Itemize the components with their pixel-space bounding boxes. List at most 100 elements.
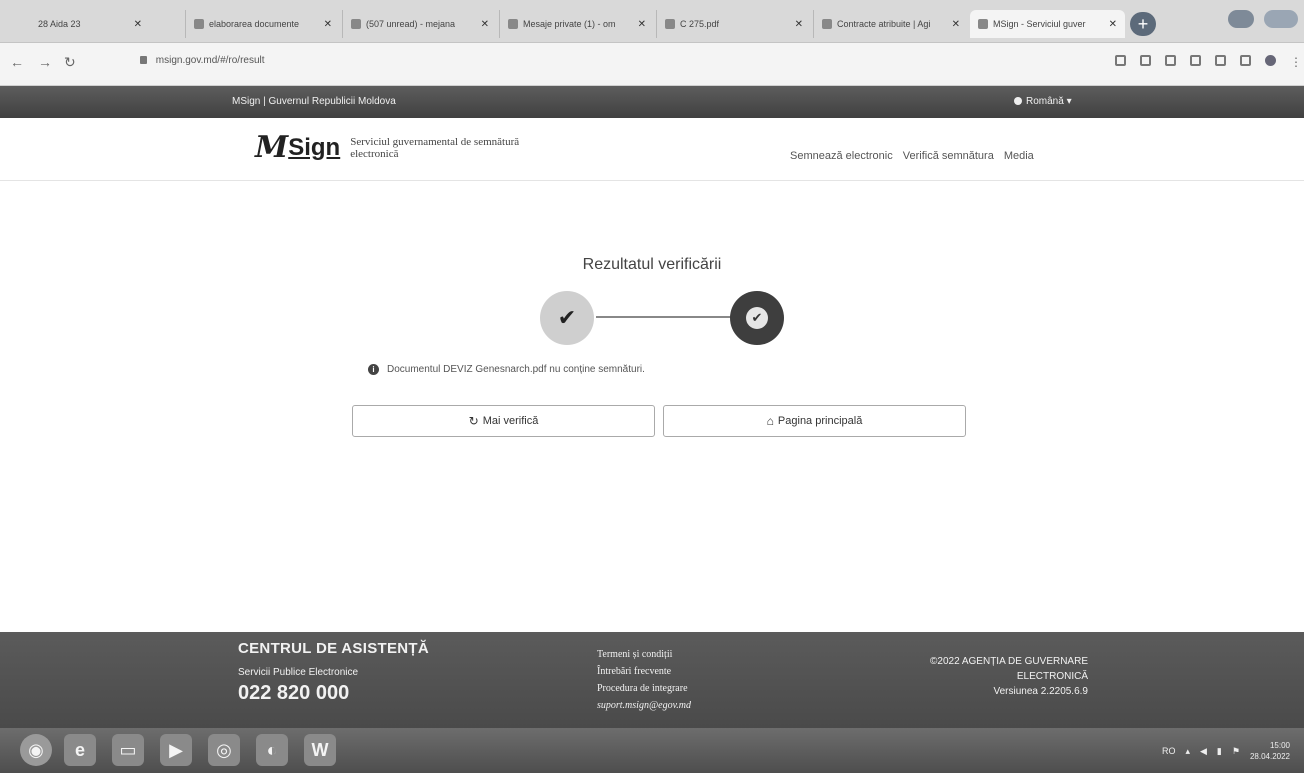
nav-media[interactable]: Media (1004, 150, 1034, 162)
lock-icon (140, 56, 147, 65)
tab-3[interactable]: (507 unread) - mejana ✕ (342, 10, 497, 38)
app-icon[interactable]: ◐ (256, 734, 288, 766)
main-nav: Semnează electronic Verifică semnătura M… (790, 150, 1034, 162)
volume-icon[interactable]: ◀ (1200, 746, 1207, 757)
support-email[interactable]: suport.msign@egov.md (597, 697, 691, 714)
tray-language[interactable]: RO (1162, 746, 1176, 756)
logo-mark: M (255, 130, 288, 165)
start-button-icon[interactable]: ◉ (20, 734, 52, 766)
tab-1[interactable]: 28 Aida 23 ✕ (30, 10, 150, 38)
msign-logo[interactable]: M Sign Serviciul guvernamental de semnăt… (255, 130, 530, 165)
sidebar-icon[interactable] (1240, 55, 1251, 66)
gov-brand[interactable]: MSign | Guvernul Republicii Moldova (232, 96, 396, 107)
tab-label: Contracte atribuite | Agi (837, 19, 931, 29)
tab-label: 28 Aida 23 (38, 19, 81, 29)
share-icon[interactable] (1165, 55, 1176, 66)
translate-icon[interactable] (1140, 55, 1151, 66)
back-icon[interactable]: ← (10, 54, 24, 70)
result-message-text: Documentul DEVIZ Genesnarch.pdf nu conți… (387, 364, 645, 375)
language-selector[interactable]: Română ▾ (1014, 96, 1072, 107)
tab-label: elaborarea documente (209, 19, 300, 29)
word-icon[interactable]: W (304, 734, 336, 766)
refresh-icon: ↻ (468, 414, 479, 428)
verification-stepper: ✔ ✔ (540, 285, 790, 345)
home-page-label: Pagina principală (777, 415, 863, 427)
check-again-button[interactable]: ↻ Mai verifică (352, 405, 655, 437)
support-title: CENTRUL DE ASISTENȚĂ (238, 640, 430, 657)
tab-label: Mesaje private (1) - om (523, 19, 616, 29)
tab-4[interactable]: Mesaje private (1) - om ✕ (499, 10, 654, 38)
tab-7-active[interactable]: MSign - Serviciul guver ✕ (970, 10, 1125, 38)
close-icon[interactable]: ✕ (475, 19, 489, 30)
close-icon[interactable]: ✕ (318, 19, 332, 30)
check-circle-icon: ✔ (746, 307, 768, 329)
result-message: i Documentul DEVIZ Genesnarch.pdf nu con… (368, 364, 645, 375)
globe-icon (1014, 97, 1022, 105)
reading-list-icon[interactable] (1215, 55, 1226, 66)
support-subtitle: Servicii Publice Electronice (238, 667, 359, 678)
clock-date: 28.04.2022 (1249, 752, 1290, 761)
internet-explorer-icon[interactable]: e (64, 734, 96, 766)
chrome-icon[interactable]: ◎ (208, 734, 240, 766)
toolbar-icons: ⋮ (1115, 55, 1302, 69)
reload-icon[interactable]: ↻ (64, 54, 76, 71)
nav-verify-signature[interactable]: Verifică semnătura (903, 150, 994, 162)
header-divider (0, 180, 1304, 181)
os-taskbar: ◉ e ▭ ▶ ◎ ◐ W RO ▴ ◀ ▮ ⚑ 15:00 28.04.202… (0, 728, 1304, 773)
home-page-button[interactable]: ⌂ Pagina principală (663, 405, 966, 437)
site-main: M Sign Serviciul guvernamental de semnăt… (0, 118, 1304, 632)
tab-label: C 275.pdf (680, 19, 720, 29)
bookmark-star-icon[interactable] (1190, 55, 1201, 66)
address-bar-row: ← → ↻ msign.gov.md/#/ro/result ⋮ (0, 43, 1304, 86)
browser-tab-strip: 28 Aida 23 ✕ elaborarea documente ✕ (507… (0, 0, 1304, 43)
close-icon[interactable]: ✕ (1103, 19, 1117, 30)
close-icon[interactable]: ✕ (128, 19, 142, 30)
support-phone[interactable]: 022 820 000 (238, 682, 429, 705)
copyright-text: ©2022 AGENȚIA DE GUVERNARE ELECTRONICĂ (930, 656, 1088, 682)
url-field[interactable]: msign.gov.md/#/ro/result (140, 55, 265, 66)
close-icon[interactable]: ✕ (632, 19, 646, 30)
network-icon[interactable]: ▮ (1217, 746, 1222, 757)
version-text: Versiunea 2.2205.6.9 (993, 686, 1088, 697)
nav-sign-electronic[interactable]: Semnează electronic (790, 150, 893, 162)
step-2-complete-icon: ✔ (730, 291, 784, 345)
link-faq[interactable]: Întrebări frecvente (597, 663, 691, 680)
gmail-icon (508, 19, 518, 29)
support-center: CENTRUL DE ASISTENȚĂ Servicii Publice El… (238, 640, 429, 705)
tab-label: MSign - Serviciul guver (993, 19, 1086, 29)
home-icon: ⌂ (766, 414, 774, 428)
msign-icon (978, 19, 988, 29)
tab-2[interactable]: elaborarea documente ✕ (185, 10, 340, 38)
footer-links: Termeni și condiții Întrebări frecvente … (597, 646, 691, 714)
profile-avatar[interactable] (1265, 55, 1276, 66)
result-title: Rezultatul verificării (582, 256, 722, 273)
media-player-icon[interactable]: ▶ (160, 734, 192, 766)
flag-icon[interactable]: ⚑ (1232, 746, 1240, 757)
gov-bar: MSign | Guvernul Republicii Moldova Româ… (0, 86, 1304, 118)
clock[interactable]: 15:00 28.04.2022 (1250, 740, 1290, 762)
system-tray: RO ▴ ◀ ▮ ⚑ 15:00 28.04.2022 (1162, 740, 1290, 762)
tab-label: (507 unread) - mejana (366, 19, 456, 29)
logo-tagline: Serviciul guvernamental de semnătură ele… (350, 135, 520, 160)
mail-icon (351, 19, 361, 29)
check-again-label: Mai verifică (482, 415, 539, 427)
link-terms[interactable]: Termeni și condiții (597, 646, 691, 663)
extension-icon[interactable] (1115, 55, 1126, 66)
forward-icon[interactable]: → (38, 54, 52, 70)
step-1-check-icon: ✔ (540, 291, 594, 345)
pdf-icon (665, 19, 675, 29)
tray-arrow-icon[interactable]: ▴ (1185, 746, 1190, 757)
minimize-button[interactable] (1228, 10, 1254, 28)
clock-time: 15:00 (1269, 741, 1290, 750)
close-icon[interactable]: ✕ (946, 19, 960, 30)
link-integration[interactable]: Procedura de integrare (597, 680, 691, 697)
tab-5[interactable]: C 275.pdf ✕ (656, 10, 811, 38)
new-tab-button[interactable]: + (1130, 12, 1156, 36)
maximize-button[interactable] (1264, 10, 1298, 28)
tab-6[interactable]: Contracte atribuite | Agi ✕ (813, 10, 968, 38)
menu-icon[interactable]: ⋮ (1290, 55, 1302, 69)
language-label: Română (1026, 96, 1064, 107)
logo-sign: Sign (288, 133, 341, 161)
file-explorer-icon[interactable]: ▭ (112, 734, 144, 766)
close-icon[interactable]: ✕ (789, 19, 803, 30)
